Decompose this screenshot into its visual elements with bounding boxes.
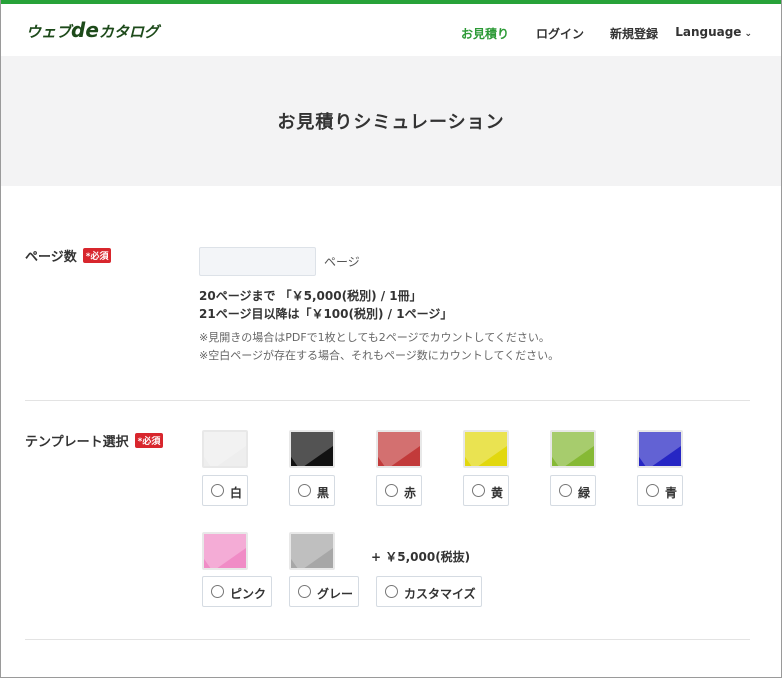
radio-button[interactable] (298, 585, 311, 598)
site-header: ウェブdeカタログ お見積り ログイン 新規登録 Language ⌄ (0, 4, 782, 56)
swatch-yellow[interactable] (463, 430, 509, 468)
nav-quote-link[interactable]: お見積り (461, 25, 509, 42)
radio-button[interactable] (298, 484, 311, 497)
swatch-black[interactable] (289, 430, 335, 468)
swatch-blue[interactable] (637, 430, 683, 468)
template-option-gray[interactable]: グレー (289, 576, 359, 607)
template-option-black[interactable]: 黒 (289, 475, 335, 506)
template-option-green[interactable]: 緑 (550, 475, 596, 506)
radio-button[interactable] (385, 585, 398, 598)
radio-button[interactable] (385, 484, 398, 497)
option-label: 黄 (491, 486, 504, 500)
option-label: 白 (230, 486, 243, 500)
section-divider (25, 639, 750, 640)
option-label: ピンク (230, 587, 267, 601)
radio-button[interactable] (472, 484, 485, 497)
option-label: 黒 (317, 486, 330, 500)
swatch-red[interactable] (376, 430, 422, 468)
nav-language-menu[interactable]: Language ⌄ (675, 25, 752, 39)
logo-text-de: de (71, 18, 99, 42)
template-option-white[interactable]: 白 (202, 475, 248, 506)
page-title: お見積りシミュレーション (277, 112, 505, 133)
page-unit-label: ページ (324, 255, 360, 269)
option-label: 緑 (578, 486, 591, 500)
swatch-green[interactable] (550, 430, 596, 468)
option-label: 赤 (404, 486, 417, 500)
radio-button[interactable] (211, 585, 224, 598)
option-label: 青 (665, 486, 678, 500)
site-logo[interactable]: ウェブdeカタログ (26, 18, 159, 42)
template-option-customize[interactable]: カスタマイズ (376, 576, 482, 607)
page-count-label: ページ数 (25, 250, 77, 265)
nav-login-link[interactable]: ログイン (536, 25, 584, 42)
logo-text-post: カタログ (98, 23, 159, 41)
option-label: カスタマイズ (404, 587, 476, 601)
chevron-down-icon: ⌄ (744, 29, 752, 39)
template-option-yellow[interactable]: 黄 (463, 475, 509, 506)
radio-button[interactable] (646, 484, 659, 497)
page-count-input[interactable] (199, 247, 316, 276)
template-option-blue[interactable]: 青 (637, 475, 683, 506)
logo-text-pre: ウェブ (26, 23, 72, 41)
page-note-2: ※空白ページが存在する場合、それもページ数にカウントしてください。 (199, 349, 560, 362)
radio-button[interactable] (211, 484, 224, 497)
radio-button[interactable] (559, 484, 572, 497)
price-rule-1: 20ページまで 「￥5,000(税別) / 1冊」 (199, 289, 422, 303)
price-rule-2: 21ページ目以降は「￥100(税別) / 1ページ」 (199, 307, 453, 321)
section-divider (25, 400, 750, 401)
custom-price-label: + ￥5,000(税抜) (371, 550, 471, 564)
swatch-pink[interactable] (202, 532, 248, 570)
page-hero: お見積りシミュレーション (0, 56, 782, 186)
swatch-gray[interactable] (289, 532, 335, 570)
template-label-group: テンプレート選択 *必須 (25, 431, 164, 450)
required-badge: *必須 (82, 248, 112, 263)
page-count-label-group: ページ数 *必須 (25, 246, 112, 265)
nav-register-link[interactable]: 新規登録 (610, 25, 658, 42)
required-badge: *必須 (134, 433, 164, 448)
template-option-red[interactable]: 赤 (376, 475, 422, 506)
page-note-1: ※見開きの場合はPDFで1枚としても2ページでカウントしてください。 (199, 331, 550, 344)
option-label: グレー (317, 587, 354, 601)
language-label: Language (675, 25, 742, 39)
template-option-pink[interactable]: ピンク (202, 576, 272, 607)
swatch-white[interactable] (202, 430, 248, 468)
template-label: テンプレート選択 (25, 435, 129, 450)
